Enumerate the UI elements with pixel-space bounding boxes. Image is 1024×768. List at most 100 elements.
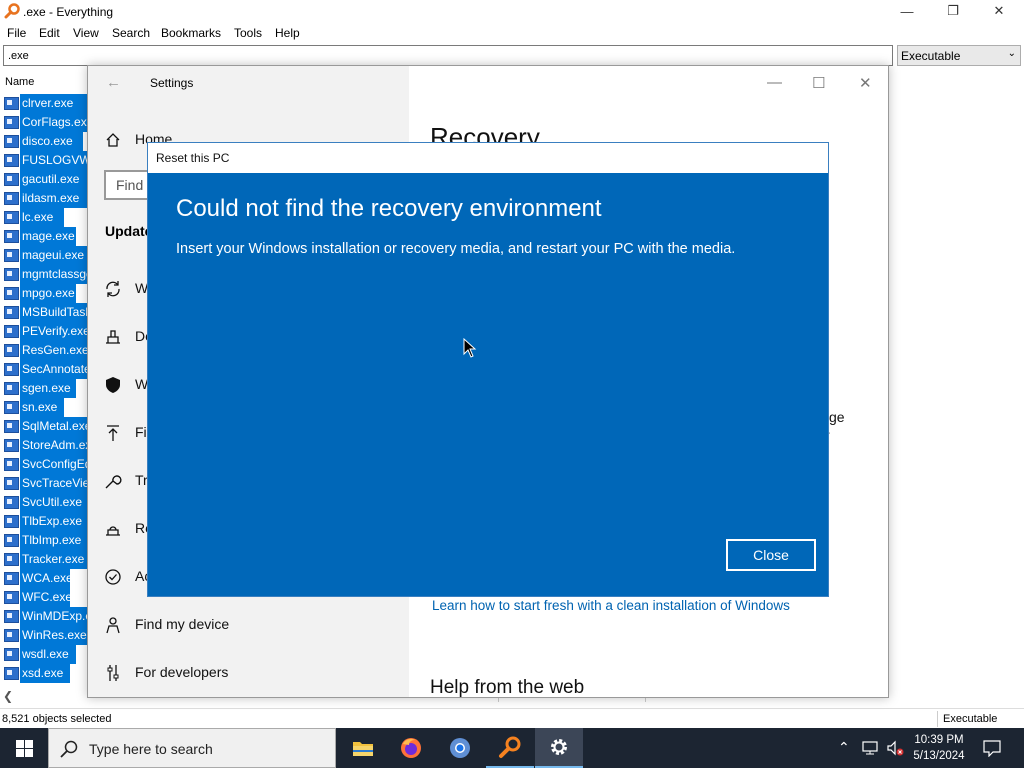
menu-bar: File Edit View Search Bookmarks Tools He… — [0, 22, 1024, 43]
reset-pc-dialog: Reset this PC Could not find the recover… — [147, 142, 829, 597]
file-name: StoreAdm.exe — [20, 436, 92, 455]
exe-file-icon — [4, 420, 19, 433]
exe-file-icon — [4, 572, 19, 585]
table-row[interactable]: TlbExp.exe — [0, 512, 92, 531]
file-name: TlbImp.exe — [20, 531, 89, 550]
table-row[interactable]: sgen.exe — [0, 379, 92, 398]
menu-help[interactable]: Help — [275, 26, 300, 40]
exe-file-icon — [4, 648, 19, 661]
dialog-heading: Could not find the recovery environment — [176, 195, 602, 222]
table-row[interactable]: TlbImp.exe — [0, 531, 92, 550]
menu-bookmarks[interactable]: Bookmarks — [161, 26, 221, 40]
file-name: MSBuildTaskHost.exe — [20, 303, 92, 322]
table-row[interactable]: FUSLOGVW.exe — [0, 151, 92, 170]
file-name: xsd.exe — [20, 664, 71, 683]
table-row[interactable]: WinRes.exe — [0, 626, 92, 645]
table-row[interactable]: ResGen.exe — [0, 341, 92, 360]
table-row[interactable]: WCA.exe — [0, 569, 92, 588]
table-row[interactable]: MSBuildTaskHost.exe — [0, 303, 92, 322]
taskbar-search-placeholder: Type here to search — [89, 741, 213, 757]
table-row[interactable]: wsdl.exe — [0, 645, 92, 664]
exe-file-icon — [4, 496, 19, 509]
filter-value: Executable — [901, 49, 961, 63]
nav-find-my-device-label: Find my device — [135, 616, 230, 632]
table-row[interactable]: SecAnnotate.exe — [0, 360, 92, 379]
menu-tools[interactable]: Tools — [234, 26, 262, 40]
close-button[interactable]: Close — [726, 539, 816, 571]
menu-view[interactable]: View — [73, 26, 99, 40]
show-hidden-icons-chevron-icon[interactable]: ⌃ — [838, 739, 850, 756]
exe-file-icon — [4, 249, 19, 262]
table-row[interactable]: SvcTraceViewer.exe — [0, 474, 92, 493]
gear-icon — [551, 739, 567, 755]
table-row[interactable]: WinMDExp.exe — [0, 607, 92, 626]
status-bar: 8,521 objects selected Executable — [0, 708, 1024, 728]
table-row[interactable]: SqlMetal.exe — [0, 417, 92, 436]
menu-file[interactable]: File — [7, 26, 26, 40]
minimize-button[interactable]: — — [884, 0, 930, 22]
table-row[interactable]: mage.exe — [0, 227, 92, 246]
taskbar-settings[interactable] — [535, 728, 583, 768]
exe-file-icon — [4, 458, 19, 471]
settings-minimize-icon[interactable]: — — [767, 74, 782, 91]
table-row[interactable]: PEVerify.exe — [0, 322, 92, 341]
table-row[interactable]: StoreAdm.exe — [0, 436, 92, 455]
file-name: WinMDExp.exe — [20, 607, 92, 626]
file-name: CorFlags.exe — [20, 113, 92, 132]
taskbar-chrome[interactable] — [436, 728, 484, 768]
table-row[interactable]: CorFlags.exe — [0, 113, 92, 132]
network-icon[interactable] — [861, 740, 879, 756]
table-row[interactable]: Tracker.exe — [0, 550, 92, 569]
file-name: mpgo.exe — [20, 284, 77, 303]
table-row[interactable]: sn.exe — [0, 398, 92, 417]
settings-maximize-icon[interactable]: ☐ — [812, 74, 825, 92]
clock-date: 5/13/2024 — [913, 750, 965, 762]
taskbar-file-explorer[interactable] — [339, 728, 387, 768]
dialog-message: Insert your Windows installation or reco… — [176, 241, 736, 257]
exe-file-icon — [4, 534, 19, 547]
scroll-left-icon[interactable]: ❮ — [3, 689, 13, 703]
table-row[interactable]: ildasm.exe — [0, 189, 92, 208]
table-row[interactable]: SvcConfigEditor.exe — [0, 455, 92, 474]
volume-muted-icon[interactable] — [886, 739, 904, 757]
table-row[interactable]: disco.exe — [0, 132, 92, 151]
taskbar-search-box[interactable]: Type here to search — [48, 728, 336, 768]
table-row[interactable]: mageui.exe — [0, 246, 92, 265]
notification-icon[interactable] — [982, 739, 1002, 757]
nav-find-my-device[interactable]: Find my device — [104, 613, 404, 641]
column-header[interactable]: Name — [0, 71, 90, 91]
settings-close-icon[interactable]: ✕ — [859, 74, 872, 92]
exe-file-icon — [4, 306, 19, 319]
exe-file-icon — [4, 135, 19, 148]
taskbar-firefox[interactable] — [387, 728, 435, 768]
nav-for-developers[interactable]: For developers — [104, 661, 404, 689]
file-name: disco.exe — [20, 132, 83, 151]
search-input[interactable] — [3, 45, 893, 66]
menu-edit[interactable]: Edit — [39, 26, 60, 40]
table-row[interactable]: SvcUtil.exe — [0, 493, 92, 512]
table-row[interactable]: clrver.exe — [0, 94, 92, 113]
exe-file-icon — [4, 192, 19, 205]
table-row[interactable]: mpgo.exe — [0, 284, 92, 303]
close-window-button[interactable]: ✕ — [976, 0, 1022, 22]
back-arrow-icon[interactable]: ← — [106, 74, 121, 91]
restore-button[interactable]: ❐ — [930, 0, 976, 22]
clock[interactable]: 10:39 PM 5/13/2024 — [910, 732, 968, 764]
table-row[interactable]: mgmtclassgen.exe — [0, 265, 92, 284]
help-from-web-heading: Help from the web — [430, 677, 585, 698]
menu-search[interactable]: Search — [112, 26, 150, 40]
exe-file-icon — [4, 439, 19, 452]
taskbar-everything[interactable] — [486, 728, 534, 768]
file-name: FUSLOGVW.exe — [20, 151, 92, 170]
exe-file-icon — [4, 211, 19, 224]
start-button[interactable] — [0, 728, 48, 768]
table-row[interactable]: gacutil.exe — [0, 170, 92, 189]
clean-install-link[interactable]: Learn how to start fresh with a clean in… — [432, 598, 790, 613]
file-name: WCA.exe — [20, 569, 71, 588]
table-row[interactable]: lc.exe — [0, 208, 92, 227]
table-row[interactable]: WFC.exe — [0, 588, 92, 607]
table-row[interactable]: xsd.exe — [0, 664, 92, 683]
filter-dropdown[interactable]: Executable ⌄ — [897, 45, 1021, 66]
file-name: TlbExp.exe — [20, 512, 89, 531]
shield-icon — [104, 376, 122, 394]
